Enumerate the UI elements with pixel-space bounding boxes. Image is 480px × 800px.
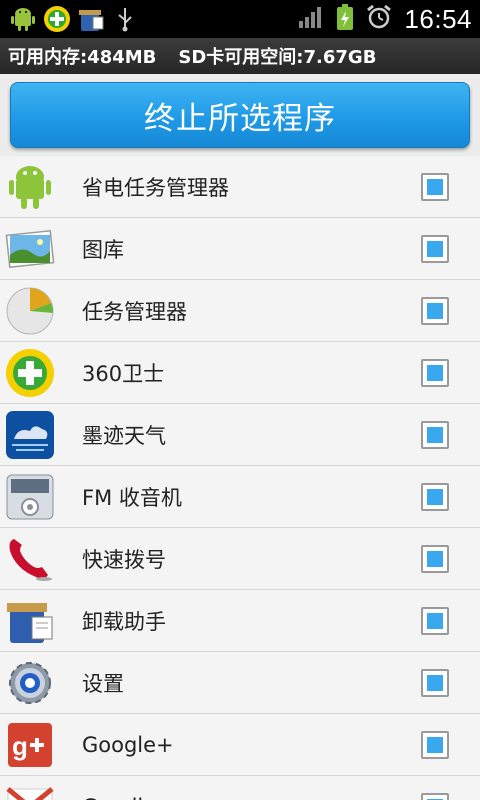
app-checkbox[interactable]: [421, 173, 449, 201]
svg-text:g: g: [12, 731, 28, 761]
360-security-icon: [4, 347, 56, 399]
app-name: FM 收音机: [82, 486, 182, 510]
app-name: 快速拨号: [82, 548, 166, 572]
action-area: 终止所选程序: [0, 74, 480, 156]
radio-icon: [4, 471, 56, 523]
list-item[interactable]: FM 收音机: [0, 466, 480, 528]
signal-icon: [298, 5, 324, 33]
app-name: 360卫士: [82, 362, 165, 386]
list-item[interactable]: 图库: [0, 218, 480, 280]
weather-icon: [4, 409, 56, 461]
list-item[interactable]: 任务管理器: [0, 280, 480, 342]
checkbox-fill: [427, 241, 443, 257]
app-checkbox[interactable]: [421, 731, 449, 759]
checkbox-fill: [427, 613, 443, 629]
android-icon: [4, 161, 56, 213]
app-checkbox[interactable]: [421, 793, 449, 800]
kill-selected-button[interactable]: 终止所选程序: [10, 82, 470, 148]
app-name: 卸载助手: [82, 610, 166, 634]
360-security-icon: [42, 4, 72, 34]
available-memory-text: 可用内存:484MB: [8, 47, 157, 68]
app-name: 省电任务管理器: [82, 176, 229, 200]
gallery-icon: [4, 223, 56, 275]
alarm-icon: [366, 4, 392, 34]
uninstall-helper-icon: [4, 595, 56, 647]
checkbox-fill: [427, 675, 443, 691]
app-checkbox[interactable]: [421, 545, 449, 573]
checkbox-fill: [427, 737, 443, 753]
checkbox-fill: [427, 489, 443, 505]
checkbox-fill: [427, 365, 443, 381]
system-icons: 16:54: [298, 3, 480, 35]
app-checkbox[interactable]: [421, 235, 449, 263]
app-name: 设置: [82, 672, 124, 696]
list-item[interactable]: 设置: [0, 652, 480, 714]
checkbox-fill: [427, 551, 443, 567]
status-clock: 16:54: [404, 3, 472, 34]
list-item[interactable]: 360卫士: [0, 342, 480, 404]
app-checkbox[interactable]: [421, 607, 449, 635]
sd-card-space-text: SD卡可用空间:7.67GB: [178, 47, 377, 68]
app-checkbox[interactable]: [421, 421, 449, 449]
gmail-icon: [4, 781, 56, 800]
app-name: Google+: [82, 733, 174, 757]
app-name: 墨迹天气: [82, 424, 166, 448]
checkbox-fill: [427, 427, 443, 443]
battery-charging-icon: [336, 3, 354, 35]
app-checkbox[interactable]: [421, 483, 449, 511]
uninstall-helper-icon: [76, 4, 106, 34]
android-icon: [8, 4, 38, 34]
app-checkbox[interactable]: [421, 297, 449, 325]
app-name: 图库: [82, 238, 124, 262]
app-checkbox[interactable]: [421, 359, 449, 387]
google-plus-icon: g: [4, 719, 56, 771]
usb-icon: [110, 4, 140, 34]
list-item[interactable]: 省电任务管理器: [0, 156, 480, 218]
app-list: 省电任务管理器 图库 任务管理器 360卫士 墨迹天气 FM 收音机 快速拨号 …: [0, 156, 480, 800]
list-item[interactable]: 卸载助手: [0, 590, 480, 652]
list-item[interactable]: 墨迹天气: [0, 404, 480, 466]
pie-chart-icon: [4, 285, 56, 337]
checkbox-fill: [427, 303, 443, 319]
app-name: Gmail: [82, 776, 143, 800]
memory-info-bar: 可用内存:484MB SD卡可用空间:7.67GB: [0, 38, 480, 74]
settings-gear-icon: [4, 657, 56, 709]
notification-icons: [0, 4, 140, 34]
checkbox-fill: [427, 179, 443, 195]
phone-icon: [4, 533, 56, 585]
app-checkbox[interactable]: [421, 669, 449, 697]
list-item[interactable]: Gmail: [0, 776, 480, 800]
app-name: 任务管理器: [82, 300, 187, 324]
list-item[interactable]: 快速拨号: [0, 528, 480, 590]
status-bar: 16:54: [0, 0, 480, 38]
list-item[interactable]: g Google+: [0, 714, 480, 776]
